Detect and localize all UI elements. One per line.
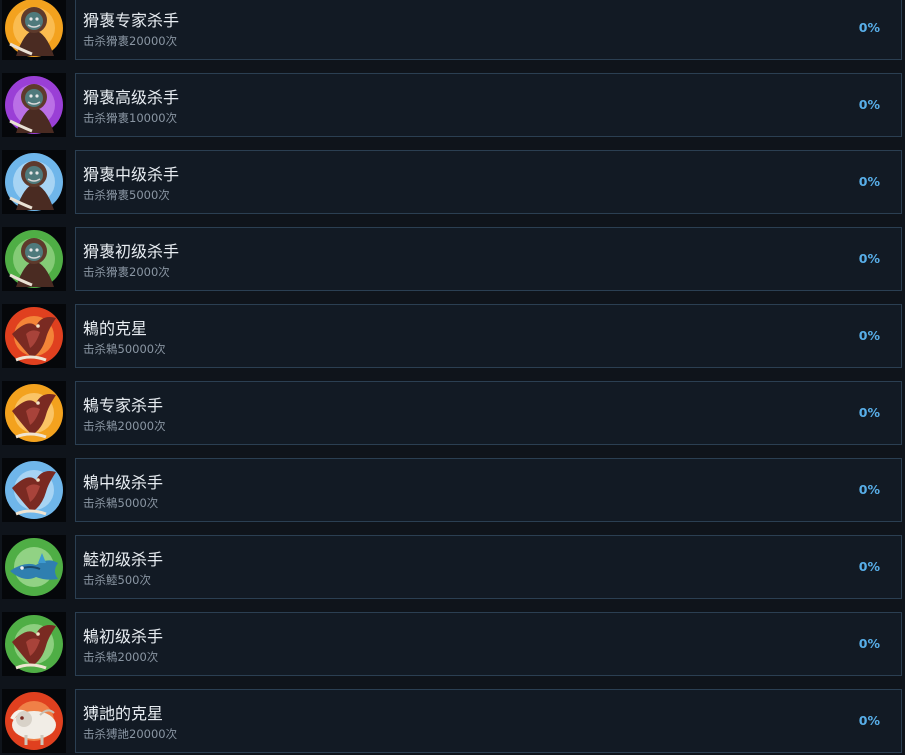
achievement-list: 猾褢专家杀手 击杀猾褢20000次 0% 猾褢高级杀手 击杀猾褢10000次 0… [0, 0, 905, 755]
achievement-title: 猾褢高级杀手 [83, 88, 180, 107]
achievement-progress: 0% [858, 251, 880, 266]
achievement-card: 鯥初级杀手 击杀鯥500次 0% [75, 535, 902, 599]
white-goat-icon [2, 689, 66, 753]
achievement-title: 鴸的克星 [83, 319, 148, 338]
achievement-card: 鴸的克星 击杀鴸50000次 0% [75, 304, 902, 368]
achievement-description: 击杀猾褢20000次 [83, 34, 178, 48]
achievement-description: 击杀猾褢10000次 [83, 111, 178, 125]
achievement-row[interactable]: 鴸的克星 击杀鴸50000次 0% [0, 304, 905, 370]
achievement-description: 击杀猼訑20000次 [83, 727, 178, 741]
red-bird-icon [2, 304, 66, 368]
achievement-progress: 0% [858, 482, 880, 497]
achievement-row[interactable]: 猾褢初级杀手 击杀猾褢2000次 0% [0, 227, 905, 293]
achievement-title: 猼訑的克星 [83, 704, 164, 723]
achievement-description: 击杀鯥500次 [83, 573, 151, 587]
achievement-description: 击杀鴸20000次 [83, 419, 166, 433]
achievement-description: 击杀猾褢5000次 [83, 188, 170, 202]
achievement-row[interactable]: 鴸中级杀手 击杀鴸5000次 0% [0, 458, 905, 524]
achievement-progress: 0% [858, 636, 880, 651]
achievement-row[interactable]: 猾褢高级杀手 击杀猾褢10000次 0% [0, 73, 905, 139]
achievement-card: 猼訑的克星 击杀猼訑20000次 0% [75, 689, 902, 753]
red-bird-icon [2, 381, 66, 445]
achievement-description: 击杀鴸2000次 [83, 650, 159, 664]
masked-beast-icon [2, 227, 66, 291]
achievement-card: 鴸中级杀手 击杀鴸5000次 0% [75, 458, 902, 522]
achievement-progress: 0% [858, 20, 880, 35]
masked-beast-icon [2, 150, 66, 214]
achievement-row[interactable]: 鯥初级杀手 击杀鯥500次 0% [0, 535, 905, 601]
achievement-progress: 0% [858, 405, 880, 420]
achievement-title: 鴸初级杀手 [83, 627, 164, 646]
achievement-title: 鴸中级杀手 [83, 473, 164, 492]
achievement-card: 鴸初级杀手 击杀鴸2000次 0% [75, 612, 902, 676]
achievement-title: 猾褢中级杀手 [83, 165, 180, 184]
red-bird-icon [2, 458, 66, 522]
achievement-progress: 0% [858, 97, 880, 112]
achievement-row[interactable]: 猼訑的克星 击杀猼訑20000次 0% [0, 689, 905, 755]
achievement-title: 鯥初级杀手 [83, 550, 164, 569]
achievement-progress: 0% [858, 328, 880, 343]
blue-fish-beast-icon [2, 535, 66, 599]
achievement-title: 鴸专家杀手 [83, 396, 164, 415]
achievement-card: 猾褢高级杀手 击杀猾褢10000次 0% [75, 73, 902, 137]
achievement-card: 猾褢初级杀手 击杀猾褢2000次 0% [75, 227, 902, 291]
achievement-row[interactable]: 鴸初级杀手 击杀鴸2000次 0% [0, 612, 905, 678]
achievement-title: 猾褢初级杀手 [83, 242, 180, 261]
masked-beast-icon [2, 73, 66, 137]
achievement-row[interactable]: 鴸专家杀手 击杀鴸20000次 0% [0, 381, 905, 447]
achievement-card: 鴸专家杀手 击杀鴸20000次 0% [75, 381, 902, 445]
achievement-row[interactable]: 猾褢中级杀手 击杀猾褢5000次 0% [0, 150, 905, 216]
achievement-progress: 0% [858, 559, 880, 574]
achievement-description: 击杀鴸5000次 [83, 496, 159, 510]
achievement-card: 猾褢中级杀手 击杀猾褢5000次 0% [75, 150, 902, 214]
achievement-progress: 0% [858, 713, 880, 728]
red-bird-icon [2, 612, 66, 676]
masked-beast-icon [2, 0, 66, 60]
achievement-description: 击杀猾褢2000次 [83, 265, 170, 279]
achievement-card: 猾褢专家杀手 击杀猾褢20000次 0% [75, 0, 902, 60]
achievement-description: 击杀鴸50000次 [83, 342, 166, 356]
achievement-row[interactable]: 猾褢专家杀手 击杀猾褢20000次 0% [0, 0, 905, 62]
achievement-progress: 0% [858, 174, 880, 189]
achievement-title: 猾褢专家杀手 [83, 11, 180, 30]
